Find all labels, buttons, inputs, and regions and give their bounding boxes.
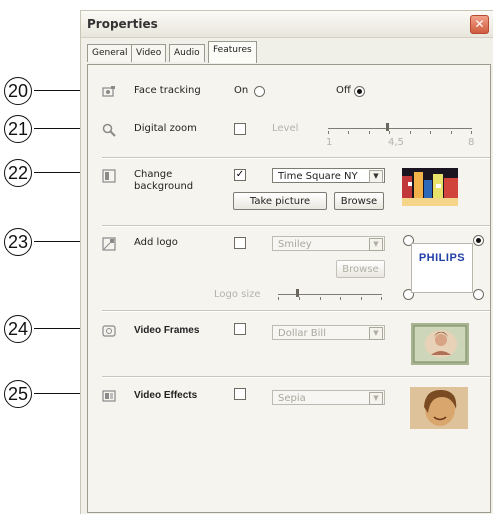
add-logo-checkbox[interactable]	[234, 237, 246, 249]
logo-icon	[102, 237, 116, 251]
callout-22: 22	[4, 159, 32, 187]
video-frames-select[interactable]: Dollar Bill ▼	[272, 325, 385, 340]
logo-size-thumb[interactable]	[296, 289, 299, 297]
tab-audio[interactable]: Audio	[169, 44, 205, 62]
change-background-label: Change background	[134, 169, 194, 192]
take-picture-button[interactable]: Take picture	[233, 192, 327, 210]
video-frames-icon	[102, 325, 116, 337]
tab-general[interactable]: General	[87, 44, 133, 62]
video-effects-select[interactable]: Sepia ▼	[272, 390, 385, 405]
separator	[102, 157, 490, 159]
face-tracking-on-radio[interactable]	[254, 86, 265, 97]
tab-video[interactable]: Video	[131, 44, 167, 62]
philips-logo: PHILIPS	[418, 252, 466, 264]
face-tracking-on-label: On	[234, 85, 249, 96]
chevron-down-icon: ▼	[369, 327, 383, 340]
logo-preview-box: PHILIPS	[411, 243, 473, 293]
logo-position-bottom-right-radio[interactable]	[473, 289, 484, 300]
zoom-slider-thumb[interactable]	[386, 123, 389, 131]
background-browse-button[interactable]: Browse	[334, 192, 384, 210]
video-effects-icon	[102, 390, 116, 402]
properties-window: Properties ✕ General Video Audio Feature…	[80, 10, 493, 514]
face-tracking-label: Face tracking	[134, 85, 201, 96]
zoom-level-label: Level	[272, 123, 299, 134]
magnifier-icon	[102, 123, 116, 137]
callout-24: 24	[4, 315, 32, 343]
video-frames-select-value: Dollar Bill	[278, 328, 326, 339]
face-tracking-icon	[102, 86, 115, 97]
callout-23: 23	[4, 228, 32, 256]
background-select-value: Time Square NY	[278, 171, 358, 182]
zoom-scale-mid: 4,5	[388, 137, 404, 148]
logo-size-track	[278, 294, 382, 295]
window-title: Properties	[87, 17, 158, 31]
logo-select[interactable]: Smiley ▼	[272, 236, 385, 251]
callout-20: 20	[4, 77, 32, 105]
callout-25: 25	[4, 380, 32, 408]
face-tracking-off-radio[interactable]	[354, 86, 365, 97]
logo-select-value: Smiley	[278, 239, 312, 250]
background-select[interactable]: Time Square NY ▼	[272, 168, 385, 183]
close-icon[interactable]: ✕	[470, 15, 489, 34]
logo-size-label: Logo size	[214, 289, 261, 300]
face-tracking-off-label: Off	[336, 85, 351, 96]
title-bar[interactable]: Properties ✕	[81, 11, 493, 38]
background-preview-image	[402, 168, 458, 206]
separator	[102, 225, 490, 227]
video-frames-checkbox[interactable]	[234, 323, 246, 335]
logo-position-top-right-radio[interactable]	[473, 235, 484, 246]
video-effects-select-value: Sepia	[278, 393, 306, 404]
chevron-down-icon: ▼	[369, 238, 383, 251]
chevron-down-icon: ▼	[369, 392, 383, 405]
add-logo-label: Add logo	[134, 237, 178, 248]
callout-21: 21	[4, 115, 32, 143]
separator	[102, 376, 490, 378]
logo-browse-button[interactable]: Browse	[336, 260, 385, 278]
zoom-scale-min: 1	[326, 137, 333, 148]
background-icon	[102, 169, 116, 183]
digital-zoom-label: Digital zoom	[134, 123, 197, 134]
change-background-checkbox[interactable]: ✓	[234, 169, 246, 181]
features-panel: Face tracking On Off Digital zoom Level …	[87, 64, 491, 513]
tab-features[interactable]: Features	[208, 41, 257, 63]
digital-zoom-checkbox[interactable]	[234, 123, 246, 135]
chevron-down-icon: ▼	[369, 170, 383, 183]
video-frames-label: Video Frames	[134, 325, 200, 336]
dollar-bill-frame-preview	[411, 323, 469, 365]
zoom-slider-track	[328, 128, 472, 129]
video-effects-label: Video Effects	[134, 390, 198, 401]
zoom-scale-max: 8	[468, 137, 475, 148]
separator	[102, 310, 490, 312]
video-effects-checkbox[interactable]	[234, 388, 246, 400]
sepia-effect-preview	[410, 387, 468, 429]
